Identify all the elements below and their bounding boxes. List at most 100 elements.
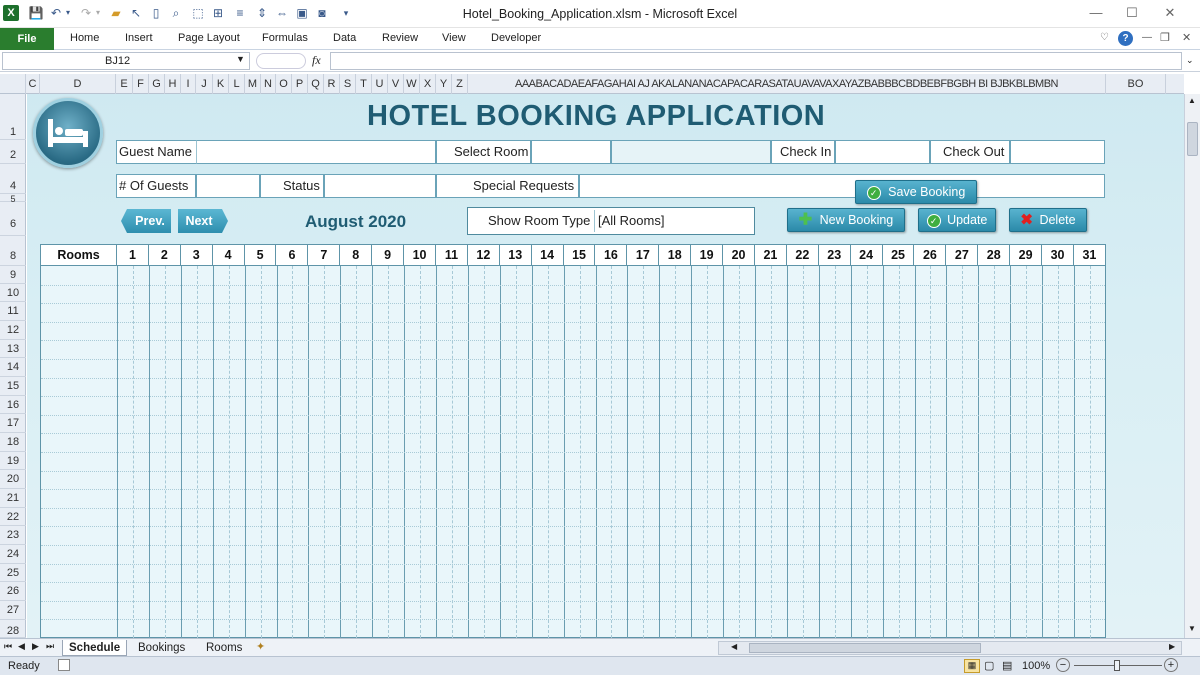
page-break-view-icon[interactable]: ▤ — [1002, 659, 1012, 672]
scroll-down-icon[interactable]: ▼ — [1188, 624, 1196, 633]
column-header[interactable]: AAABACADAEAFAGAHAI AJ AKALANANACAPACARAS… — [468, 74, 1106, 94]
column-header[interactable]: O — [276, 74, 292, 94]
row-header[interactable]: 26 — [0, 582, 26, 601]
sheet-tab-rooms[interactable]: Rooms — [200, 640, 248, 656]
row-header[interactable]: 11 — [0, 302, 26, 321]
row-header[interactable]: 10 — [0, 284, 26, 302]
vertical-scrollbar[interactable]: ▲ ▼ — [1184, 94, 1200, 638]
row-header[interactable]: 1 — [0, 94, 26, 140]
first-sheet-icon[interactable]: ⏮ — [4, 641, 12, 652]
tab-developer[interactable]: Developer — [491, 32, 541, 44]
tab-file[interactable]: File — [0, 28, 54, 50]
status-input[interactable] — [324, 174, 436, 198]
select-room-input[interactable] — [531, 140, 611, 164]
row-header[interactable]: 9 — [0, 266, 26, 284]
column-header[interactable]: I — [181, 74, 196, 94]
column-header[interactable]: E — [116, 74, 133, 94]
tab-home[interactable]: Home — [70, 32, 99, 44]
column-header[interactable]: Q — [308, 74, 324, 94]
row-header[interactable]: 19 — [0, 452, 26, 470]
row-header[interactable]: 18 — [0, 433, 26, 452]
column-header[interactable]: V — [388, 74, 404, 94]
help-icon[interactable]: ? — [1118, 31, 1133, 46]
restore-workbook-icon[interactable]: — — [1142, 32, 1152, 43]
column-header[interactable]: S — [340, 74, 356, 94]
close-workbook-icon[interactable]: ✕ — [1182, 31, 1191, 44]
tab-view[interactable]: View — [442, 32, 466, 44]
new-booking-button[interactable]: ✚ New Booking — [787, 208, 905, 232]
sheet-tab-bookings[interactable]: Bookings — [132, 640, 191, 656]
scroll-right-icon[interactable]: ▶ — [1169, 642, 1175, 651]
zoom-out-icon[interactable]: − — [1056, 658, 1070, 672]
row-header[interactable]: 17 — [0, 414, 26, 433]
column-header[interactable]: X — [420, 74, 436, 94]
save-booking-button[interactable]: ✓ Save Booking — [855, 180, 977, 204]
tab-formulas[interactable]: Formulas — [262, 32, 308, 44]
column-header[interactable]: M — [245, 74, 261, 94]
row-header[interactable]: 21 — [0, 489, 26, 508]
horizontal-scrollbar[interactable]: ◀ ▶ — [718, 641, 1182, 655]
horizontal-scroll-thumb[interactable] — [749, 643, 981, 653]
tab-review[interactable]: Review — [382, 32, 418, 44]
column-header[interactable]: W — [404, 74, 420, 94]
column-header[interactable]: H — [165, 74, 181, 94]
insert-function-icon[interactable]: fx — [312, 53, 321, 68]
row-header[interactable]: 13 — [0, 340, 26, 358]
guests-input[interactable] — [196, 174, 260, 198]
name-box[interactable]: BJ12 — [2, 52, 250, 70]
prev-button[interactable]: Prev. — [121, 209, 171, 233]
worksheet-area[interactable]: HOTEL BOOKING APPLICATION Guest Name Sel… — [27, 94, 1184, 638]
prev-sheet-icon[interactable]: ◀ — [18, 641, 25, 652]
column-header[interactable]: F — [133, 74, 149, 94]
row-header[interactable]: 28 — [0, 620, 26, 638]
column-header[interactable]: Y — [436, 74, 452, 94]
insert-sheet-icon[interactable]: ✦ — [256, 640, 265, 653]
row-header[interactable]: 8 — [0, 236, 26, 266]
next-button[interactable]: Next — [178, 209, 228, 233]
restore-window-icon[interactable]: ❐ — [1160, 31, 1170, 44]
minimize-icon[interactable]: — — [1086, 4, 1106, 22]
zoom-slider[interactable] — [1074, 660, 1162, 671]
row-header[interactable]: 24 — [0, 545, 26, 564]
row-header[interactable]: 2 — [0, 140, 26, 164]
row-header[interactable]: 25 — [0, 564, 26, 582]
column-header[interactable]: BO — [1106, 74, 1166, 94]
check-out-input[interactable] — [1010, 140, 1105, 164]
update-button[interactable]: ✓ Update — [918, 208, 996, 232]
column-header[interactable]: D — [40, 74, 116, 94]
tab-data[interactable]: Data — [333, 32, 356, 44]
scroll-up-icon[interactable]: ▲ — [1188, 96, 1196, 105]
formula-input[interactable] — [330, 52, 1182, 70]
column-header[interactable]: Z — [452, 74, 468, 94]
row-header[interactable]: 27 — [0, 601, 26, 620]
column-header[interactable]: P — [292, 74, 308, 94]
row-header[interactable]: 5 — [0, 194, 26, 204]
sheet-tab-schedule[interactable]: Schedule — [62, 640, 128, 656]
column-header[interactable]: L — [229, 74, 245, 94]
tab-page-layout[interactable]: Page Layout — [178, 32, 240, 44]
special-requests-input[interactable] — [579, 174, 1105, 198]
column-header[interactable]: J — [196, 74, 213, 94]
column-header[interactable]: N — [261, 74, 276, 94]
normal-view-icon[interactable]: ▦ — [964, 659, 980, 673]
row-header[interactable]: 12 — [0, 321, 26, 340]
row-header[interactable]: 20 — [0, 470, 26, 489]
tab-insert[interactable]: Insert — [125, 32, 153, 44]
guest-name-input[interactable] — [196, 140, 436, 164]
row-header[interactable]: 23 — [0, 526, 26, 545]
booking-schedule-grid[interactable]: Rooms 1 2 3 4 5 6 7 8 9 10 11 12 13 14 15 16 17 18 19 20 21 2… — [40, 244, 1106, 638]
page-layout-view-icon[interactable]: ▢ — [984, 659, 994, 672]
ribbon-minimize-icon[interactable]: ♡ — [1100, 32, 1109, 43]
select-all-corner[interactable] — [0, 74, 26, 94]
next-sheet-icon[interactable]: ▶ — [32, 641, 39, 652]
show-room-type-select[interactable]: [All Rooms] — [594, 210, 752, 232]
scroll-left-icon[interactable]: ◀ — [731, 642, 737, 651]
column-header[interactable]: R — [324, 74, 340, 94]
column-header[interactable]: T — [356, 74, 372, 94]
row-header[interactable]: 6 — [0, 202, 26, 236]
close-icon[interactable]: ✕ — [1160, 4, 1180, 22]
macro-record-icon[interactable] — [58, 659, 70, 671]
column-header[interactable]: C — [26, 74, 40, 94]
column-header[interactable]: K — [213, 74, 229, 94]
row-header[interactable]: 4 — [0, 164, 26, 194]
